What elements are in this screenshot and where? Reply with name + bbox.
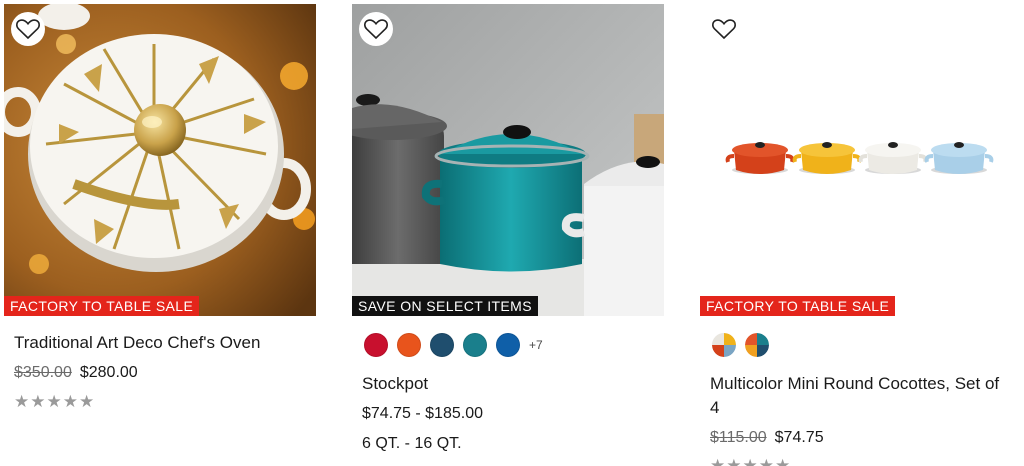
color-swatch-multicolor-cool[interactable]	[745, 333, 769, 357]
sale-price: $280.00	[79, 364, 138, 381]
product-card[interactable]: FACTORY TO TABLE SALE Multicolor Mini Ro…	[700, 0, 1012, 466]
color-swatch-navy[interactable]	[430, 333, 454, 357]
product-title[interactable]: Multicolor Mini Round Cocottes, Set of 4	[710, 372, 1006, 420]
color-swatch-orange[interactable]	[397, 333, 421, 357]
original-price: $350.00	[14, 364, 72, 381]
product-title[interactable]: Traditional Art Deco Chef's Oven	[14, 331, 260, 355]
price-row: $350.00 $280.00	[14, 362, 138, 384]
sale-badge: FACTORY TO TABLE SALE	[700, 296, 896, 316]
rating-stars: ★★★★★	[14, 392, 96, 411]
more-colors-link[interactable]: +7	[529, 338, 543, 352]
dutch-oven-photo	[4, 4, 316, 316]
heart-outline-icon	[712, 19, 736, 40]
stockpot-photo	[352, 4, 664, 316]
color-swatch-multicolor-warm[interactable]	[712, 333, 736, 357]
favorite-button[interactable]	[359, 12, 393, 46]
size-range: 6 QT. - 16 QT.	[362, 435, 462, 452]
product-card[interactable]: FACTORY TO TABLE SALE Traditional Art De…	[4, 0, 316, 466]
product-image[interactable]: FACTORY TO TABLE SALE	[4, 4, 316, 316]
heart-outline-icon	[364, 19, 388, 40]
favorite-button[interactable]	[11, 12, 45, 46]
color-swatch-teal[interactable]	[463, 333, 487, 357]
product-image[interactable]: SAVE ON SELECT ITEMS	[352, 4, 664, 316]
original-price: $115.00	[710, 429, 767, 446]
sale-badge: FACTORY TO TABLE SALE	[4, 296, 200, 316]
favorite-button[interactable]	[707, 12, 741, 46]
color-swatches: +7	[364, 333, 543, 357]
heart-outline-icon	[16, 19, 40, 40]
product-title[interactable]: Stockpot	[362, 372, 428, 396]
product-card[interactable]: SAVE ON SELECT ITEMS +7 Stockpot $74.75 …	[352, 0, 664, 466]
sale-price: $74.75	[774, 429, 824, 446]
product-image[interactable]: FACTORY TO TABLE SALE	[700, 4, 1012, 316]
mini-cocottes-photo	[725, 142, 994, 174]
promo-badge: SAVE ON SELECT ITEMS	[352, 296, 538, 316]
color-swatches	[712, 333, 778, 357]
price-range: $74.75 - $185.00	[362, 405, 483, 422]
color-swatch-blue[interactable]	[496, 333, 520, 357]
price-row: $115.00 $74.75	[710, 427, 824, 449]
color-swatch-red[interactable]	[364, 333, 388, 357]
rating-stars: ★★★★★	[710, 456, 792, 466]
